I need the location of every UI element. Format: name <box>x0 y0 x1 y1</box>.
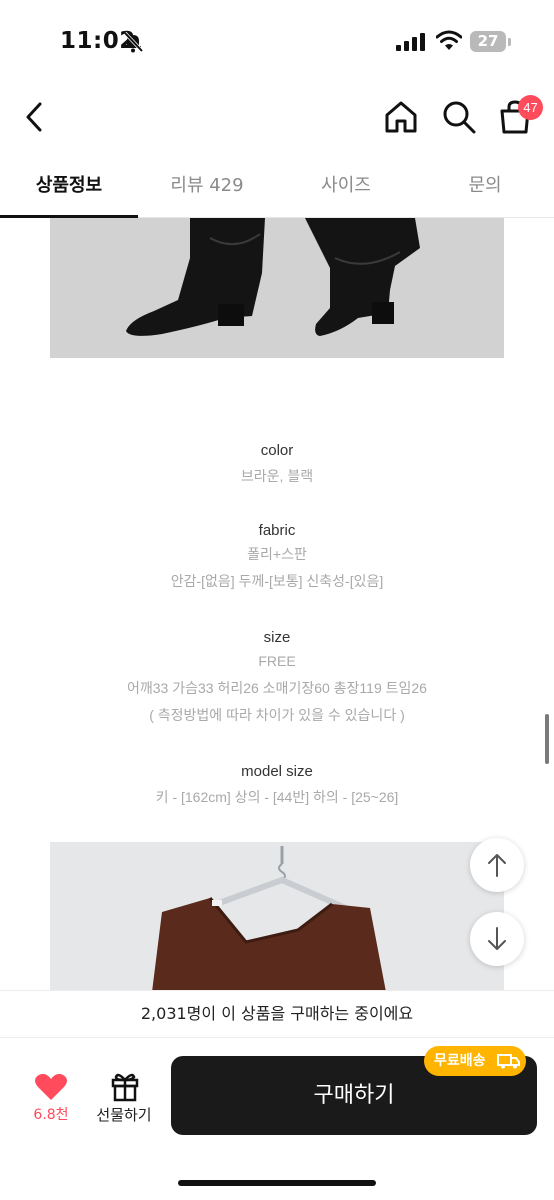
home-indicator[interactable] <box>178 1180 376 1186</box>
buyers-count-banner: 2,031명이 이 상품을 구매하는 중이에요 <box>0 990 554 1038</box>
tab-reviews[interactable]: 리뷰 429 <box>138 160 276 218</box>
product-tabs: 상품정보 리뷰 429 사이즈 문의 <box>0 160 554 218</box>
bell-off-icon <box>123 31 144 53</box>
arrow-up-icon <box>488 854 506 877</box>
scroll-indicator[interactable] <box>545 714 549 764</box>
truck-icon <box>497 1054 520 1069</box>
scroll-top-button[interactable] <box>470 838 524 892</box>
size-value: FREE <box>258 653 296 669</box>
search-icon[interactable] <box>438 96 480 138</box>
size-title: size <box>263 629 291 646</box>
tab-size[interactable]: 사이즈 <box>276 160 416 218</box>
battery-cap <box>508 38 511 46</box>
like-count: 6.8천 <box>33 1107 69 1123</box>
product-image-sweater <box>50 842 504 992</box>
gift-icon <box>111 1073 139 1102</box>
signal-icon <box>396 33 425 51</box>
arrow-down-icon <box>488 927 506 950</box>
cart-count-badge: 47 <box>518 95 543 120</box>
color-section: color 브라운, 블랙 <box>0 442 554 490</box>
color-title: color <box>260 442 294 459</box>
product-image-boots <box>50 218 504 358</box>
home-icon[interactable] <box>380 96 422 138</box>
gift-label: 선물하기 <box>96 1106 152 1124</box>
size-note: ( 측정방법에 따라 차이가 있을 수 있습니다 ) <box>149 707 405 723</box>
tab-inquiry[interactable]: 문의 <box>416 160 554 218</box>
model-size-section: model size 키 - [162cm] 상의 - [44반] 하의 - [… <box>0 763 554 811</box>
scroll-bottom-button[interactable] <box>470 912 524 966</box>
color-value: 브라운, 블랙 <box>240 468 314 484</box>
model-size-title: model size <box>241 763 313 780</box>
tab-product-info[interactable]: 상품정보 <box>0 160 138 218</box>
size-detail: 어깨33 가슴33 허리26 소매기장60 총장119 트임26 <box>127 680 427 696</box>
fabric-title: fabric <box>258 522 296 539</box>
status-bar: 11:02 27 <box>0 0 554 80</box>
battery-indicator: 27 <box>470 31 506 52</box>
fabric-section: fabric 폴리+스판 안감-[없음] 두께-[보통] 신축성-[있음] <box>0 522 554 595</box>
heart-icon <box>35 1073 67 1100</box>
wifi-icon <box>436 30 462 50</box>
back-arrow-icon[interactable] <box>18 96 52 138</box>
fabric-value: 폴리+스판 <box>247 546 307 562</box>
size-section: size FREE 어깨33 가슴33 허리26 소매기장60 총장119 트임… <box>0 629 554 729</box>
fabric-detail: 안감-[없음] 두께-[보통] 신축성-[있음] <box>170 573 384 589</box>
model-size-value: 키 - [162cm] 상의 - [44반] 하의 - [25~26] <box>155 789 399 805</box>
